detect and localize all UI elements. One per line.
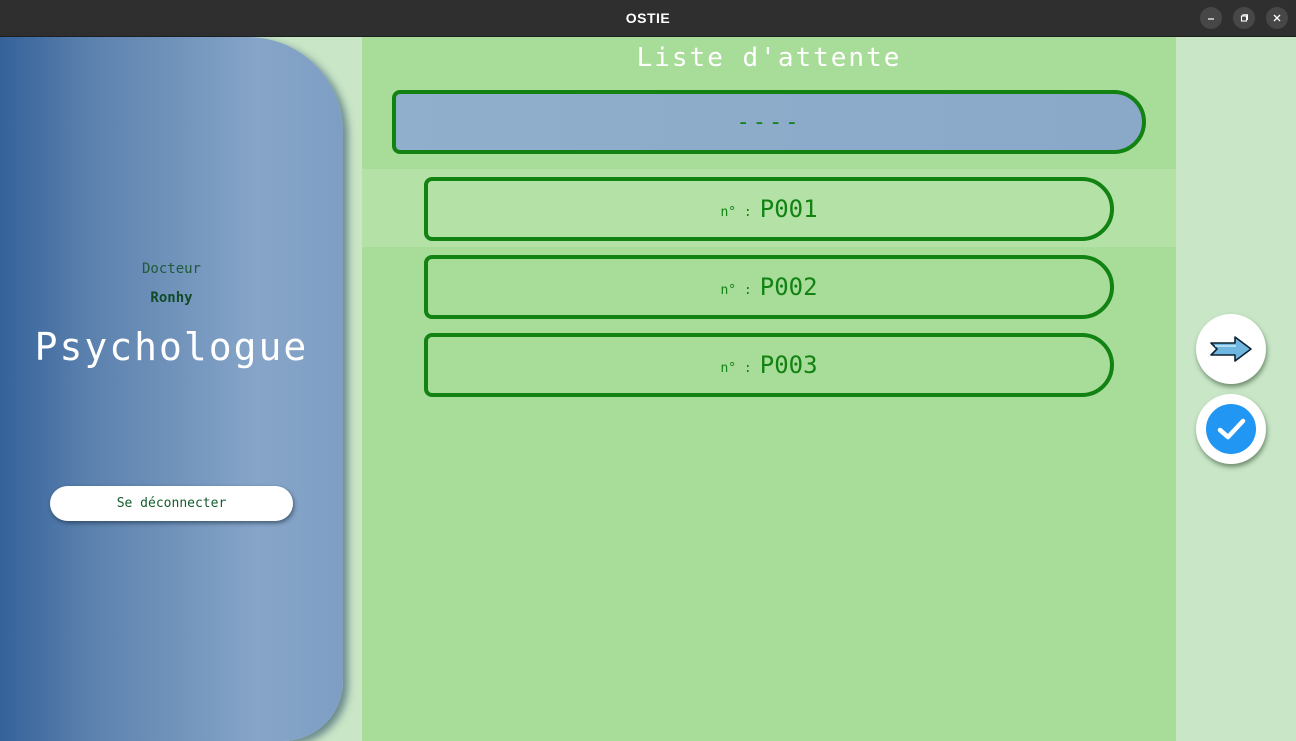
patient-item-p003[interactable]: n° : P003	[424, 333, 1114, 397]
window-title: OSTIE	[625, 10, 671, 26]
doctor-name: Ronhy	[150, 290, 193, 306]
waiting-list-panel: Liste d'attente ---- n° : P001 n° : P002…	[362, 37, 1176, 741]
patient-id: P001	[759, 195, 818, 223]
patient-number-prefix: n° :	[720, 360, 752, 376]
patient-number-prefix: n° :	[720, 282, 752, 298]
checkmark-icon	[1206, 404, 1256, 454]
window-controls	[1200, 7, 1288, 29]
current-patient-display: ----	[392, 90, 1146, 154]
patient-id: P003	[759, 351, 818, 379]
restore-icon[interactable]	[1233, 7, 1255, 29]
close-icon[interactable]	[1266, 7, 1288, 29]
window-titlebar: OSTIE	[0, 0, 1296, 37]
patient-item-p001[interactable]: n° : P001	[424, 177, 1114, 241]
waiting-list-title: Liste d'attente	[636, 43, 902, 73]
minimize-icon[interactable]	[1200, 7, 1222, 29]
patient-number-prefix: n° :	[720, 204, 752, 220]
next-patient-button[interactable]	[1196, 314, 1266, 384]
doctor-title-label: Docteur	[141, 261, 201, 277]
validate-button[interactable]	[1196, 394, 1266, 464]
patient-id: P002	[759, 273, 818, 301]
profile-panel: Docteur Ronhy Psychologue Se déconnecter	[0, 37, 343, 741]
logout-button[interactable]: Se déconnecter	[50, 486, 293, 521]
patient-item-p002[interactable]: n° : P002	[424, 255, 1114, 319]
specialty-heading: Psychologue	[34, 325, 309, 369]
arrow-right-icon	[1210, 336, 1252, 362]
